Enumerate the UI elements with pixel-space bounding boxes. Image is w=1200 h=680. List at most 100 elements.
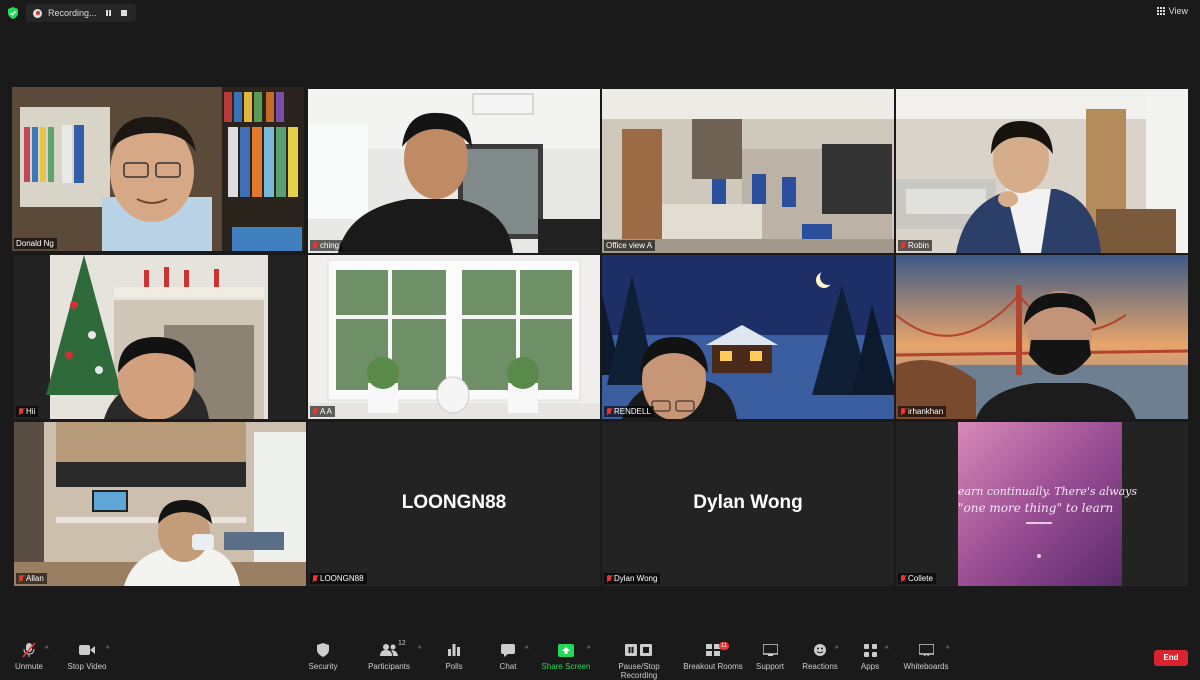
chat-options-chevron-icon[interactable]: ^	[525, 646, 528, 653]
reactions-smiley-icon	[814, 644, 826, 656]
pause-stop-recording-icon	[625, 644, 652, 656]
participant-nameplate: Robin	[898, 240, 932, 251]
rendell-video-feed	[602, 255, 894, 419]
participant-name: ching	[320, 241, 340, 250]
apps-options-chevron-icon[interactable]: ^	[885, 646, 888, 653]
unmute-button[interactable]: Unmute	[12, 642, 46, 671]
participant-nameplate: Collete	[898, 573, 936, 584]
muted-mic-icon	[900, 407, 906, 416]
end-meeting-button[interactable]: End	[1154, 650, 1188, 666]
participant-nameplate: RENDELL	[604, 406, 654, 417]
reactions-options-chevron-icon[interactable]: ^	[835, 646, 838, 653]
muted-mic-icon	[22, 642, 36, 658]
polls-bar-chart-icon	[448, 644, 460, 656]
participant-nameplate: LOONGN88	[310, 573, 367, 584]
apps-icon	[863, 643, 877, 657]
polls-button[interactable]: Polls	[440, 642, 468, 671]
video-tile-a-a[interactable]: A A	[308, 255, 600, 419]
a-a-video-feed	[308, 255, 600, 419]
whiteboards-button[interactable]: Whiteboards	[900, 642, 952, 671]
share-options-chevron-icon[interactable]: ^	[587, 646, 590, 653]
apps-button[interactable]: Apps	[855, 642, 885, 671]
stop-recording-icon[interactable]	[121, 10, 127, 16]
participant-name: LOONGN88	[320, 574, 364, 583]
video-tile-allan[interactable]: Allan	[14, 422, 306, 586]
collete-video-feed: earn continually. There's always "one mo…	[958, 422, 1137, 586]
video-tile-loongn88[interactable]: LOONGN88 LOONGN88	[308, 422, 600, 586]
allan-video-feed	[14, 422, 306, 586]
participant-nameplate: Office view A	[604, 240, 656, 251]
security-label: Security	[308, 662, 338, 671]
share-screen-label: Share Screen	[541, 662, 591, 671]
recording-label: Recording...	[48, 8, 97, 18]
participant-display-name: LOONGN88	[401, 492, 507, 513]
participant-name: Donald Ng	[16, 239, 54, 248]
participant-nameplate: ching	[310, 240, 343, 251]
shield-icon	[317, 643, 329, 657]
office-video-feed	[602, 89, 894, 253]
breakout-rooms-badge: 11	[719, 642, 730, 650]
muted-mic-icon	[900, 241, 906, 250]
video-tile-office-view-a[interactable]: Office view A	[602, 89, 894, 253]
muted-mic-icon	[312, 241, 318, 250]
participant-display-name: Dylan Wong	[693, 492, 803, 513]
polls-label: Polls	[445, 662, 463, 671]
video-tile-dylan-wong[interactable]: Dylan Wong Dylan Wong	[602, 422, 894, 586]
participant-name: Collete	[908, 574, 933, 583]
participant-name: Office view A	[606, 241, 653, 250]
pause-stop-recording-label: Pause/Stop Recording	[618, 662, 660, 680]
video-tile-ching[interactable]: ching	[308, 89, 600, 253]
reactions-button[interactable]: Reactions	[801, 642, 839, 671]
muted-mic-icon	[18, 574, 24, 583]
security-shield-icon[interactable]	[7, 7, 19, 19]
recording-dot-icon	[33, 8, 42, 18]
muted-mic-icon	[312, 574, 318, 583]
chat-button[interactable]: Chat	[495, 642, 521, 671]
participant-name: Dylan Wong	[614, 574, 658, 583]
video-tile-irhankhan[interactable]: irhankhan	[896, 255, 1188, 419]
video-tile-hii[interactable]: Hii	[14, 255, 306, 419]
pause-recording-icon[interactable]	[106, 10, 111, 16]
muted-mic-icon	[312, 407, 318, 416]
participant-name: RENDELL	[614, 407, 651, 416]
muted-mic-icon	[18, 407, 24, 416]
reactions-label: Reactions	[802, 662, 838, 671]
video-camera-icon	[79, 645, 95, 655]
video-tile-robin[interactable]: Robin	[896, 89, 1188, 253]
participants-icon	[380, 644, 398, 656]
meeting-toolbar: Unmute ^ Stop Video ^ Security 12 Partic	[0, 638, 1200, 680]
participants-label: Participants	[368, 662, 410, 671]
share-screen-arrow-icon	[558, 643, 574, 657]
stop-video-label: Stop Video	[67, 662, 107, 671]
muted-mic-icon	[606, 407, 612, 416]
grid-view-icon	[1156, 7, 1165, 15]
recording-indicator: Recording...	[26, 4, 136, 22]
video-tile-rendell[interactable]: RENDELL	[602, 255, 894, 419]
chat-label: Chat	[499, 662, 517, 671]
participant-name: Allan	[26, 574, 44, 583]
participants-options-chevron-icon[interactable]: ^	[418, 646, 421, 653]
participants-count: 12	[398, 640, 406, 647]
breakout-rooms-grid-icon	[706, 644, 720, 656]
participant-name: A A	[320, 407, 333, 416]
audio-options-chevron-icon[interactable]: ^	[45, 646, 48, 653]
video-tile-donald-ng[interactable]: Donald Ng	[12, 87, 304, 251]
breakout-rooms-button[interactable]: 11 Breakout Rooms	[683, 642, 743, 671]
muted-mic-icon	[900, 574, 906, 583]
collete-quote-line1: earn continually. There's always	[958, 485, 1137, 498]
donald-video-feed	[12, 87, 304, 251]
support-monitor-icon	[762, 644, 778, 656]
breakout-rooms-label: Breakout Rooms	[683, 662, 743, 671]
video-options-chevron-icon[interactable]: ^	[106, 646, 109, 653]
video-tile-collete[interactable]: earn continually. There's always "one mo…	[896, 422, 1188, 586]
view-button[interactable]: View	[1156, 6, 1188, 16]
support-button[interactable]: Support	[752, 642, 788, 671]
participant-name: irhankhan	[908, 407, 944, 416]
stop-video-button[interactable]: Stop Video	[62, 642, 112, 671]
security-button[interactable]: Security	[303, 642, 343, 671]
participants-button[interactable]: 12 Participants	[364, 640, 414, 671]
share-screen-button[interactable]: Share Screen	[541, 642, 591, 671]
collete-quote-line2: "one more thing" to learn	[958, 501, 1113, 515]
whiteboards-options-chevron-icon[interactable]: ^	[946, 646, 949, 653]
pause-stop-recording-button[interactable]: Pause/Stop Recording	[600, 642, 678, 680]
